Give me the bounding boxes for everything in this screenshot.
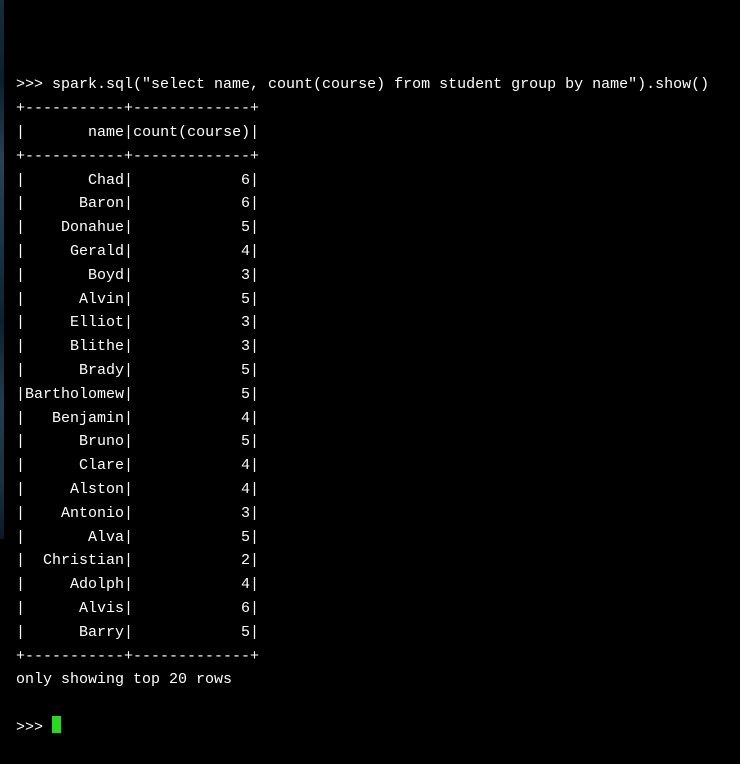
table-header-row: | name|count(course)|	[16, 124, 259, 141]
command-line: >>> spark.sql("select name, count(course…	[16, 76, 709, 93]
terminal-window[interactable]: >>> spark.sql("select name, count(course…	[0, 0, 740, 539]
terminal-content: >>> spark.sql("select name, count(course…	[4, 73, 740, 739]
footer-message: only showing top 20 rows	[16, 671, 232, 688]
table-border-bottom: +-----------+-------------+	[16, 648, 259, 665]
cursor-icon	[52, 716, 61, 733]
table-border-mid: +-----------+-------------+	[16, 148, 259, 165]
column-header-count: count(course)	[133, 124, 250, 141]
prompt-symbol: >>>	[16, 76, 52, 93]
input-prompt-line[interactable]: >>>	[16, 719, 61, 736]
prompt-symbol: >>>	[16, 719, 52, 736]
window-edge-decoration	[0, 0, 4, 539]
column-header-name: name	[25, 124, 124, 141]
table-border-top: +-----------+-------------+	[16, 100, 259, 117]
table-rows: | Chad| 6| | Baron| 6| | Donahue| 5| | G…	[16, 172, 259, 641]
entered-command: spark.sql("select name, count(course) fr…	[52, 76, 709, 93]
